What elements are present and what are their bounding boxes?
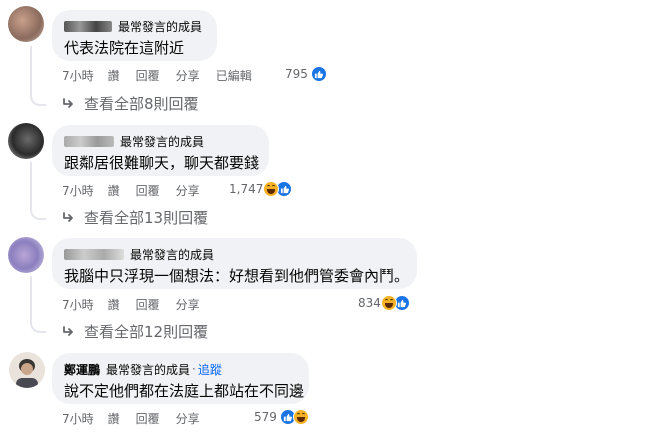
reply-button[interactable]: 回覆: [136, 296, 160, 313]
member-badge: 最常發言的成員: [120, 134, 205, 149]
timestamp-link[interactable]: 7小時: [62, 296, 94, 313]
haha-icon: [380, 295, 397, 311]
timestamp-link[interactable]: 7小時: [62, 182, 94, 199]
comment-text: 說不定他們都在法庭上都站在不同邊: [64, 382, 305, 400]
avatar[interactable]: [8, 237, 44, 273]
reply-arrow-icon: [63, 211, 73, 222]
view-replies-label: 查看全部13則回覆: [84, 209, 209, 227]
comment-text: 跟鄰居很難聊天，聊天都要錢: [64, 154, 260, 172]
reply-button[interactable]: 回覆: [136, 410, 160, 427]
avatar[interactable]: [9, 352, 45, 388]
follow-button[interactable]: 追蹤: [198, 361, 222, 378]
author-name[interactable]: 鄭運鵬: [64, 361, 100, 378]
share-button[interactable]: 分享: [176, 296, 200, 313]
comment-bubble: 最常發言的成員 代表法院在這附近: [52, 10, 217, 61]
reaction-count: 1,747: [229, 182, 264, 196]
view-replies-link[interactable]: 查看全部13則回覆: [62, 207, 208, 228]
thread-line: [30, 276, 46, 333]
thread-line: [30, 162, 46, 220]
reaction-summary[interactable]: 1,747: [229, 181, 293, 197]
comment-bubble: 最常發言的成員 我腦中只浮現一個想法：好想看到他們管委會內鬥。: [52, 238, 417, 289]
like-icon: [310, 66, 327, 82]
thread-line: [30, 46, 46, 106]
comment-actions: 7小時 讚 回覆 分享: [62, 182, 216, 199]
view-replies-label: 查看全部8則回覆: [84, 95, 199, 113]
comment-actions: 7小時 讚 回覆 分享: [62, 296, 216, 313]
comment-bubble: 最常發言的成員 跟鄰居很難聊天，聊天都要錢: [52, 125, 269, 176]
view-replies-label: 查看全部12則回覆: [84, 323, 209, 341]
avatar[interactable]: [8, 6, 44, 42]
comment-text: 我腦中只浮現一個想法：好想看到他們管委會內鬥。: [64, 267, 410, 285]
author-name[interactable]: [64, 20, 112, 32]
like-button[interactable]: 讚: [108, 182, 120, 199]
haha-icon: [292, 409, 309, 425]
comment-bubble: 鄭運鵬 最常發言的成員 · 追蹤 說不定他們都在法庭上都站在不同邊: [52, 353, 309, 404]
timestamp-link[interactable]: 7小時: [62, 67, 94, 84]
share-button[interactable]: 分享: [176, 410, 200, 427]
reaction-count: 579: [254, 410, 277, 424]
share-button[interactable]: 分享: [176, 182, 200, 199]
reaction-count: 834: [358, 296, 381, 310]
like-button[interactable]: 讚: [108, 296, 120, 313]
reaction-summary[interactable]: 579: [254, 409, 309, 425]
comment-text: 代表法院在這附近: [64, 39, 185, 57]
member-badge: 最常發言的成員: [118, 19, 203, 34]
reaction-summary[interactable]: 795: [285, 66, 327, 82]
reply-button[interactable]: 回覆: [136, 67, 160, 84]
reply-arrow-icon: [63, 325, 73, 336]
view-replies-link[interactable]: 查看全部8則回覆: [62, 93, 199, 114]
reply-button[interactable]: 回覆: [136, 182, 160, 199]
reaction-count: 795: [285, 67, 308, 81]
view-replies-link[interactable]: 查看全部12則回覆: [62, 321, 208, 342]
share-button[interactable]: 分享: [176, 67, 200, 84]
comment-actions: 7小時 讚 回覆 分享: [62, 410, 216, 427]
like-button[interactable]: 讚: [108, 410, 120, 427]
haha-icon: [263, 181, 280, 197]
edited-label: 已編輯: [215, 69, 252, 83]
author-name[interactable]: [64, 248, 124, 260]
comment-actions: 7小時 讚 回覆 分享 已編輯: [62, 67, 268, 84]
reply-arrow-icon: [63, 97, 73, 108]
member-badge: 最常發言的成員: [106, 362, 191, 377]
reaction-summary[interactable]: 834: [358, 295, 410, 311]
timestamp-link[interactable]: 7小時: [62, 410, 94, 427]
avatar[interactable]: [8, 123, 44, 159]
member-badge: 最常發言的成員: [130, 247, 215, 262]
author-name[interactable]: [64, 135, 114, 147]
like-button[interactable]: 讚: [108, 67, 120, 84]
